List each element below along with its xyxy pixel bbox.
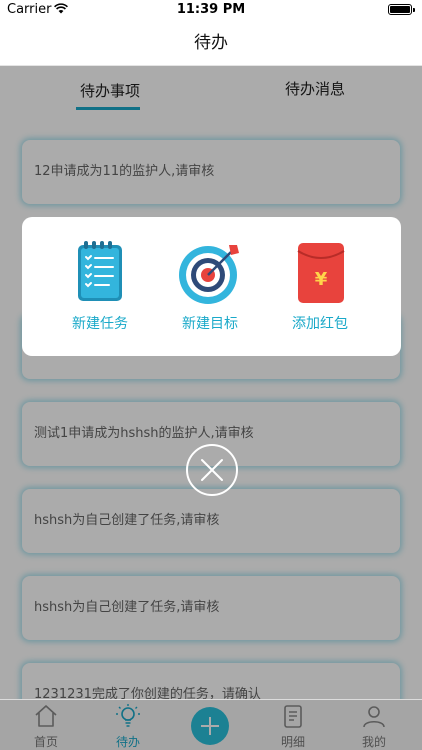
red-envelope-icon: ¥ xyxy=(297,243,345,303)
target-icon xyxy=(179,245,239,304)
modal-overlay[interactable] xyxy=(0,66,422,699)
clock: 11:39 PM xyxy=(176,2,246,17)
close-icon xyxy=(201,459,223,481)
tabbar-overlay xyxy=(0,700,422,750)
page-title: 待办 xyxy=(194,33,228,53)
navigation-bar: 待办 xyxy=(0,20,422,66)
svg-text:¥: ¥ xyxy=(315,269,328,290)
new-goal-label: 新建目标 xyxy=(182,316,238,332)
battery-icon xyxy=(388,4,415,15)
new-goal-button[interactable]: 新建目标 xyxy=(165,239,255,333)
bottom-tab-bar: 首页 待办 明细 我的 xyxy=(0,699,422,750)
new-task-button[interactable]: 新建任务 xyxy=(55,239,145,333)
status-bar: Carrier 11:39 PM xyxy=(0,0,422,20)
add-menu-popup: 新建任务 新建目标 ¥ 添加红包 xyxy=(22,217,401,356)
add-red-envelope-button[interactable]: ¥ 添加红包 xyxy=(275,239,365,333)
new-task-label: 新建任务 xyxy=(72,316,128,332)
close-button[interactable] xyxy=(186,444,238,496)
add-red-envelope-label: 添加红包 xyxy=(292,316,348,332)
task-list-icon xyxy=(78,241,122,301)
